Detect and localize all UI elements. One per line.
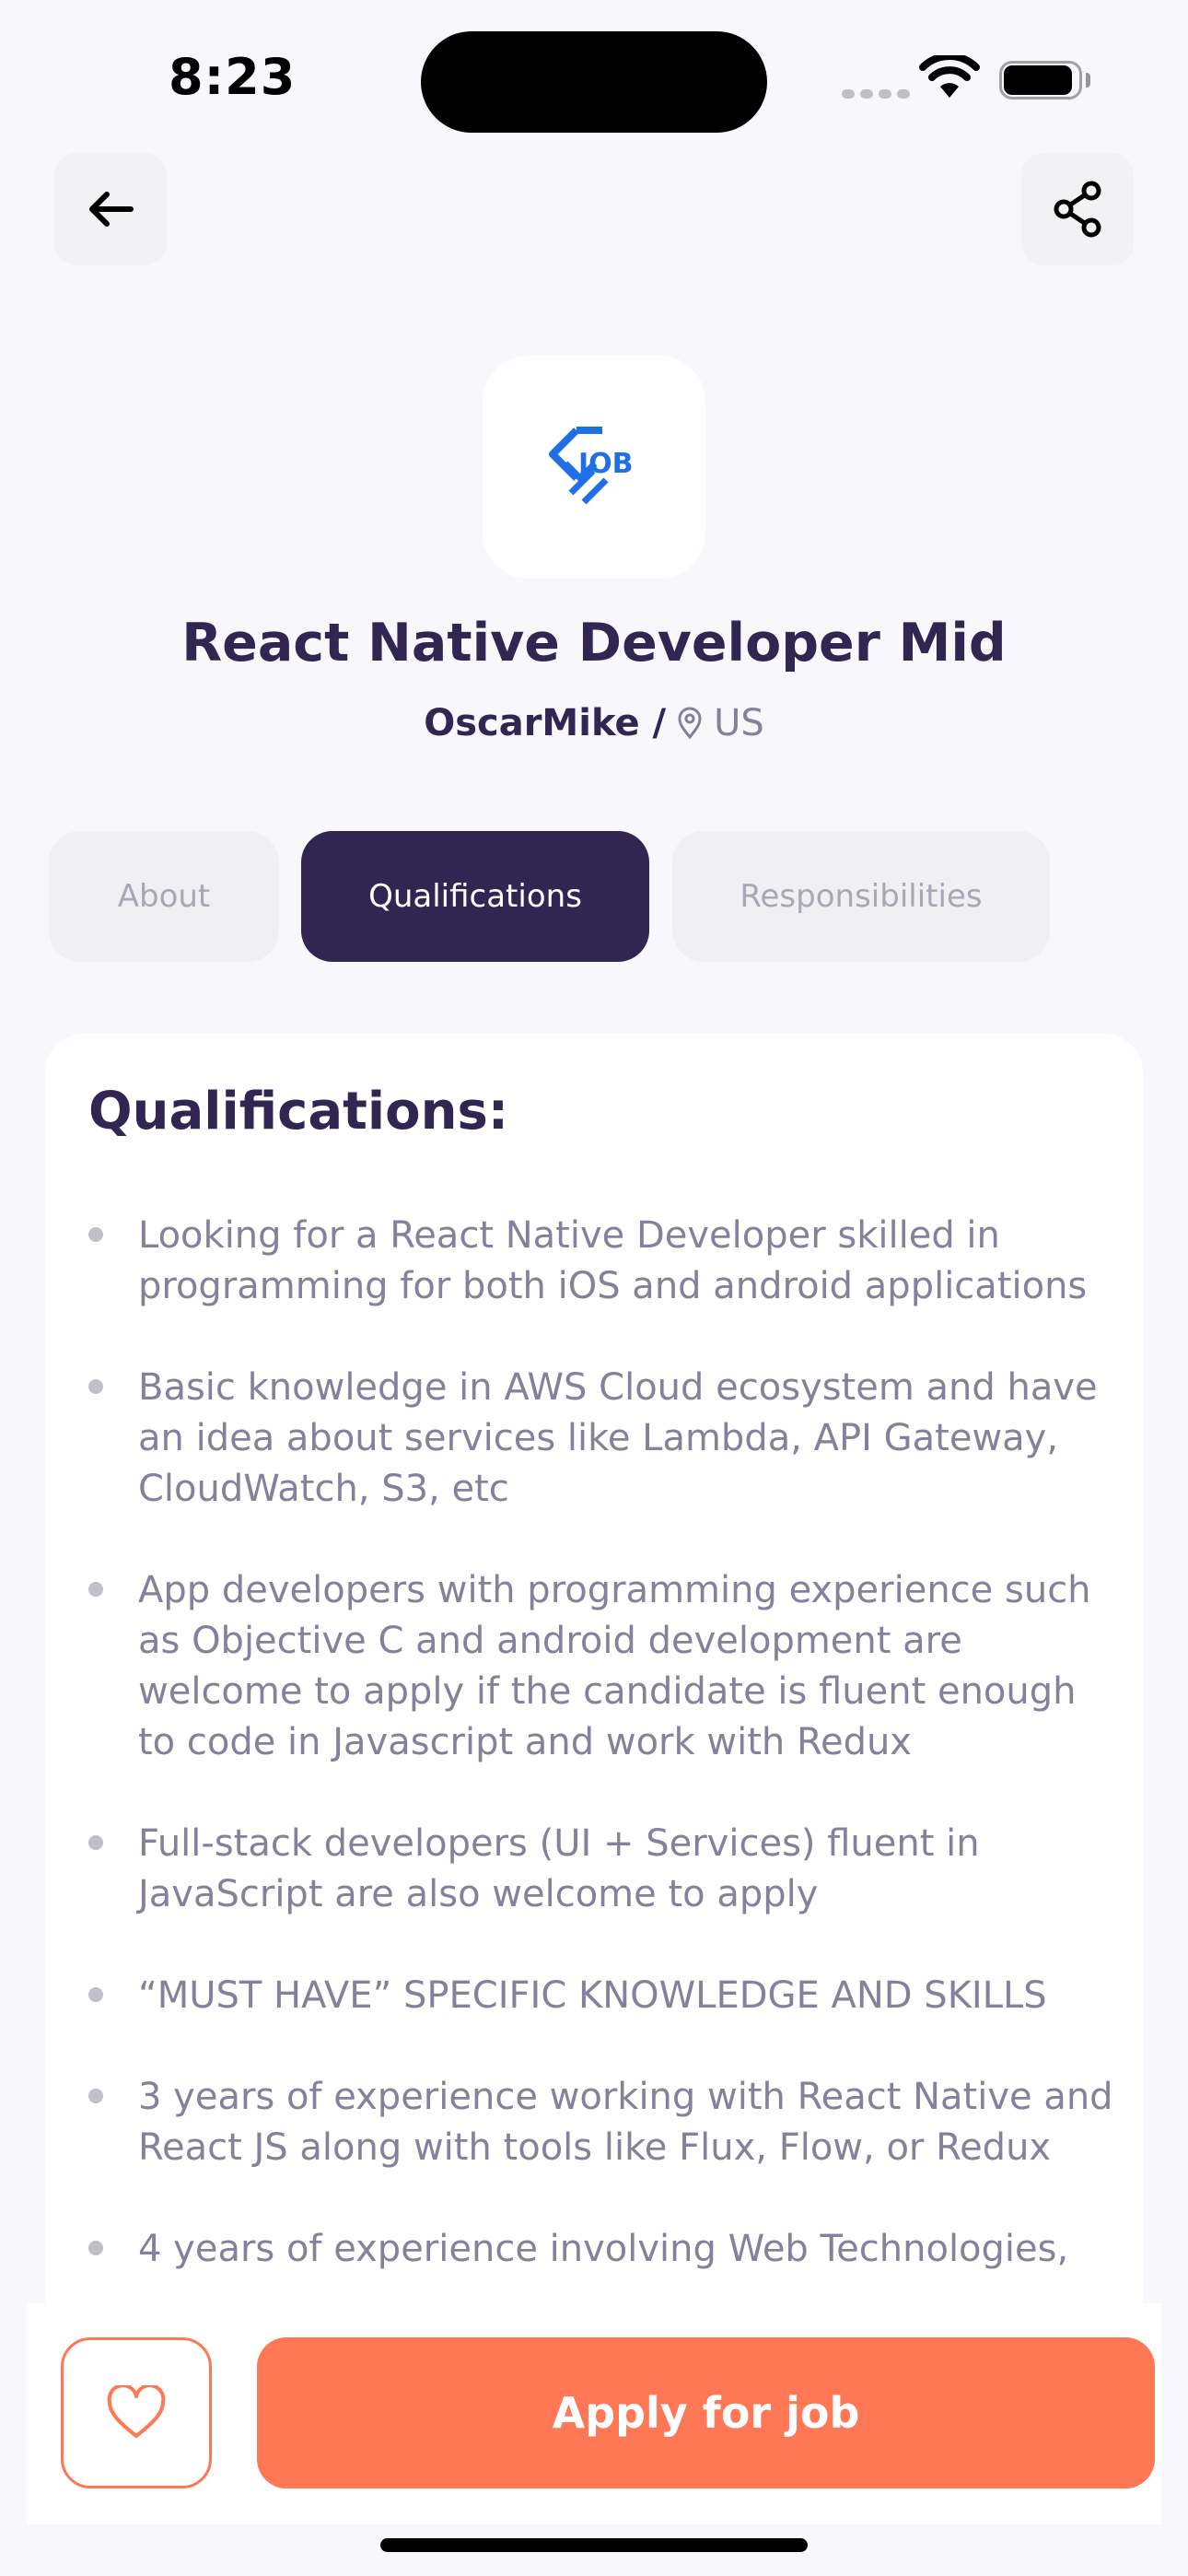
list-item-text: Looking for a React Native Developer ski… — [138, 1214, 1088, 1307]
company-location-row: OscarMike / US — [0, 702, 1188, 744]
bullet-dot — [88, 2089, 103, 2103]
tab-qualifications[interactable]: Qualifications — [301, 831, 649, 962]
location-text: US — [714, 702, 764, 744]
list-item-text: “MUST HAVE” SPECIFIC KNOWLEDGE AND SKILL… — [138, 1974, 1047, 2017]
bullet-dot — [88, 1379, 103, 1394]
qualifications-list: Looking for a React Native Developer ski… — [45, 1211, 1143, 2325]
dynamic-island — [421, 31, 767, 133]
heart-icon — [107, 2385, 166, 2438]
wifi-icon — [919, 53, 980, 103]
like-button[interactable] — [61, 2337, 212, 2488]
list-item: 4 years of experience involving Web Tech… — [45, 2224, 1143, 2275]
battery-tip — [1086, 73, 1090, 88]
apply-button[interactable]: Apply for job — [257, 2337, 1155, 2488]
tab-responsibilities[interactable]: Responsibilities — [672, 831, 1050, 962]
battery-level — [1004, 65, 1072, 95]
bullet-dot — [88, 1987, 103, 2002]
qualifications-card: Qualifications: Looking for a React Nati… — [45, 1034, 1143, 2379]
list-item: “MUST HAVE” SPECIFIC KNOWLEDGE AND SKILL… — [45, 1971, 1143, 2021]
back-button[interactable] — [54, 153, 167, 265]
bullet-dot — [88, 2241, 103, 2255]
job-logo-icon: JOB — [549, 427, 634, 505]
tab-about[interactable]: About — [49, 831, 279, 962]
qualifications-heading: Qualifications: — [88, 1082, 509, 1142]
bullet-dot — [88, 1227, 103, 1242]
list-item-text: 4 years of experience involving Web Tech… — [138, 2228, 1069, 2270]
footer-bar: Apply for job — [27, 2303, 1161, 2524]
bullet-dot — [88, 1582, 103, 1597]
share-button[interactable] — [1021, 153, 1134, 265]
home-indicator[interactable] — [380, 2538, 808, 2552]
list-item-text: 3 years of experience working with React… — [138, 2076, 1113, 2169]
list-item-text: App developers with programming experien… — [138, 1569, 1091, 1763]
list-item: App developers with programming experien… — [45, 1565, 1143, 1768]
status-time: 8:23 — [169, 48, 297, 106]
list-item-text: Full-stack developers (UI + Services) fl… — [138, 1822, 980, 1915]
cellular-signal-icon — [842, 85, 915, 102]
company-name: OscarMike / — [424, 702, 667, 744]
list-item-text: Basic knowledge in AWS Cloud ecosystem a… — [138, 1366, 1098, 1510]
list-item: 3 years of experience working with React… — [45, 2072, 1143, 2173]
logo-text: JOB — [577, 448, 634, 480]
list-item: Full-stack developers (UI + Services) fl… — [45, 1819, 1143, 1920]
bullet-dot — [88, 1835, 103, 1850]
location-pin-icon — [678, 707, 702, 740]
status-bar: 8:23 — [0, 0, 1188, 138]
list-item: Basic knowledge in AWS Cloud ecosystem a… — [45, 1363, 1143, 1515]
arrow-left-icon — [89, 192, 134, 227]
list-item: Looking for a React Native Developer ski… — [45, 1211, 1143, 1312]
job-title: React Native Developer Mid — [181, 613, 1007, 673]
company-logo: JOB — [483, 356, 705, 579]
share-icon — [1054, 181, 1101, 238]
